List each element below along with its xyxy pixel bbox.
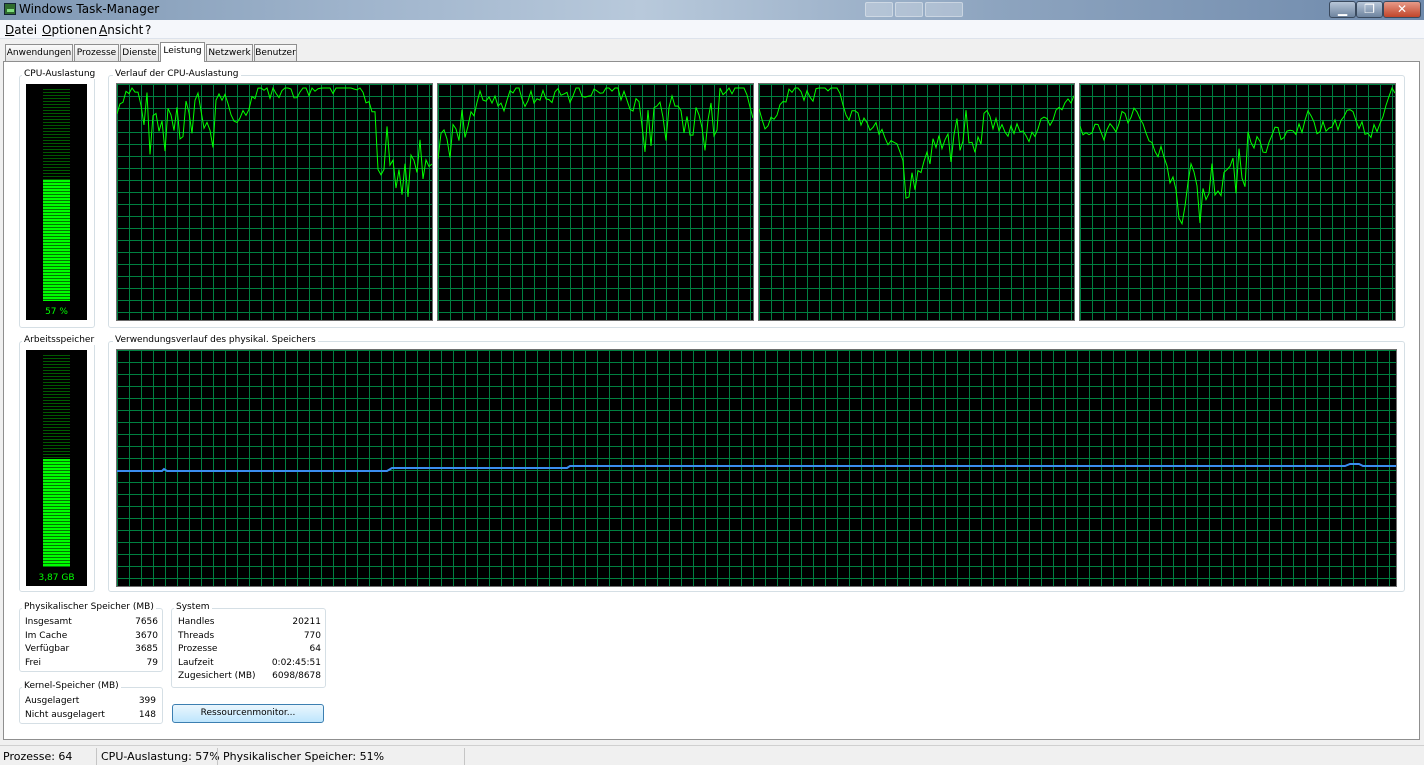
memory-usage-line — [117, 463, 1396, 472]
memory-meter-bar — [43, 459, 70, 567]
menu-datei[interactable]: Datei — [5, 23, 37, 37]
menu-ansicht[interactable]: Ansicht — [99, 23, 143, 37]
cpu-core-graph-4 — [1079, 83, 1396, 321]
tab-dienste[interactable]: Dienste — [120, 44, 159, 61]
cpu-usage-label: CPU-Auslastung — [22, 69, 98, 79]
close-button[interactable]: ✕ — [1383, 1, 1421, 18]
memory-history-label: Verwendungsverlauf des physikal. Speiche… — [113, 335, 318, 345]
status-divider — [217, 748, 218, 765]
stat-frei: Frei 79 — [25, 657, 158, 668]
menu-optionen[interactable]: Optionen — [42, 23, 97, 37]
tab-benutzer[interactable]: Benutzer — [254, 44, 297, 61]
cpu-core-4-line — [1080, 86, 1395, 226]
cpu-core-1-line — [117, 86, 432, 198]
resource-monitor-button[interactable]: Ressourcenmonitor... — [172, 704, 324, 723]
memory-label: Arbeitsspeicher — [22, 335, 97, 345]
cpu-usage-value: 57 % — [45, 307, 68, 317]
cpu-core-graph-3 — [758, 83, 1075, 321]
kernel-memory-title: Kernel-Speicher (MB) — [22, 681, 121, 691]
stat-im-cache: Im Cache 3670 — [25, 630, 158, 641]
ghost-minimize-icon — [865, 2, 893, 17]
cpu-meter-bar — [43, 180, 70, 301]
cpu-meter: 57 % — [26, 84, 87, 320]
stat-handles: Handles 20211 — [178, 617, 321, 627]
task-manager-icon — [4, 3, 16, 15]
stat-ausgelagert: Ausgelagert 399 — [25, 696, 156, 706]
close-icon: ✕ — [1396, 2, 1408, 16]
memory-history-graph — [116, 349, 1397, 587]
status-divider — [96, 748, 97, 765]
stat-verfuegbar: Verfügbar 3685 — [25, 644, 158, 654]
tab-netzwerk[interactable]: Netzwerk — [206, 44, 253, 61]
stat-prozesse: Prozesse 64 — [178, 644, 321, 654]
stat-threads: Threads 770 — [178, 630, 321, 641]
physical-memory-title: Physikalischer Speicher (MB) — [22, 602, 156, 612]
tab-prozesse[interactable]: Prozesse — [74, 44, 119, 61]
ghost-close-icon — [925, 2, 963, 17]
status-divider — [464, 748, 465, 765]
restore-icon: ❐ — [1364, 2, 1375, 16]
cpu-core-graph-2 — [437, 83, 754, 321]
title-bar[interactable] — [0, 0, 1424, 20]
memory-meter: 3,87 GB — [26, 350, 87, 586]
status-bar: Prozesse: 64 CPU-Auslastung: 57% Physika… — [0, 745, 1424, 765]
ghost-maximize-icon — [895, 2, 923, 17]
status-memory: Physikalischer Speicher: 51% — [223, 750, 385, 763]
tab-anwendungen[interactable]: Anwendungen — [5, 44, 73, 61]
minimize-icon: ▁ — [1337, 2, 1348, 16]
menu-bar: Datei Optionen Ansicht ? — [0, 20, 1424, 39]
window-title: Windows Task-Manager — [19, 2, 160, 16]
cpu-core-2-line — [438, 87, 753, 159]
stat-laufzeit: Laufzeit 0:02:45:51 — [178, 657, 321, 668]
menu-help[interactable]: ? — [145, 23, 151, 37]
stat-nicht-ausgelagert: Nicht ausgelagert 148 — [25, 709, 156, 720]
minimize-button[interactable]: ▁ — [1329, 1, 1356, 18]
stat-zugesichert: Zugesichert (MB) 6098/8678 — [178, 671, 321, 681]
cpu-core-3-line — [759, 87, 1074, 199]
cpu-core-graph-1 — [116, 83, 433, 321]
stat-insgesamt: Insgesamt 7656 — [25, 617, 158, 627]
status-cpu: CPU-Auslastung: 57% — [101, 750, 220, 763]
tab-leistung[interactable]: Leistung — [160, 42, 205, 62]
maximize-button[interactable]: ❐ — [1356, 1, 1383, 18]
cpu-history-label: Verlauf der CPU-Auslastung — [113, 69, 241, 79]
memory-usage-value: 3,87 GB — [38, 573, 75, 583]
system-title: System — [174, 602, 212, 612]
status-processes: Prozesse: 64 — [3, 750, 73, 763]
